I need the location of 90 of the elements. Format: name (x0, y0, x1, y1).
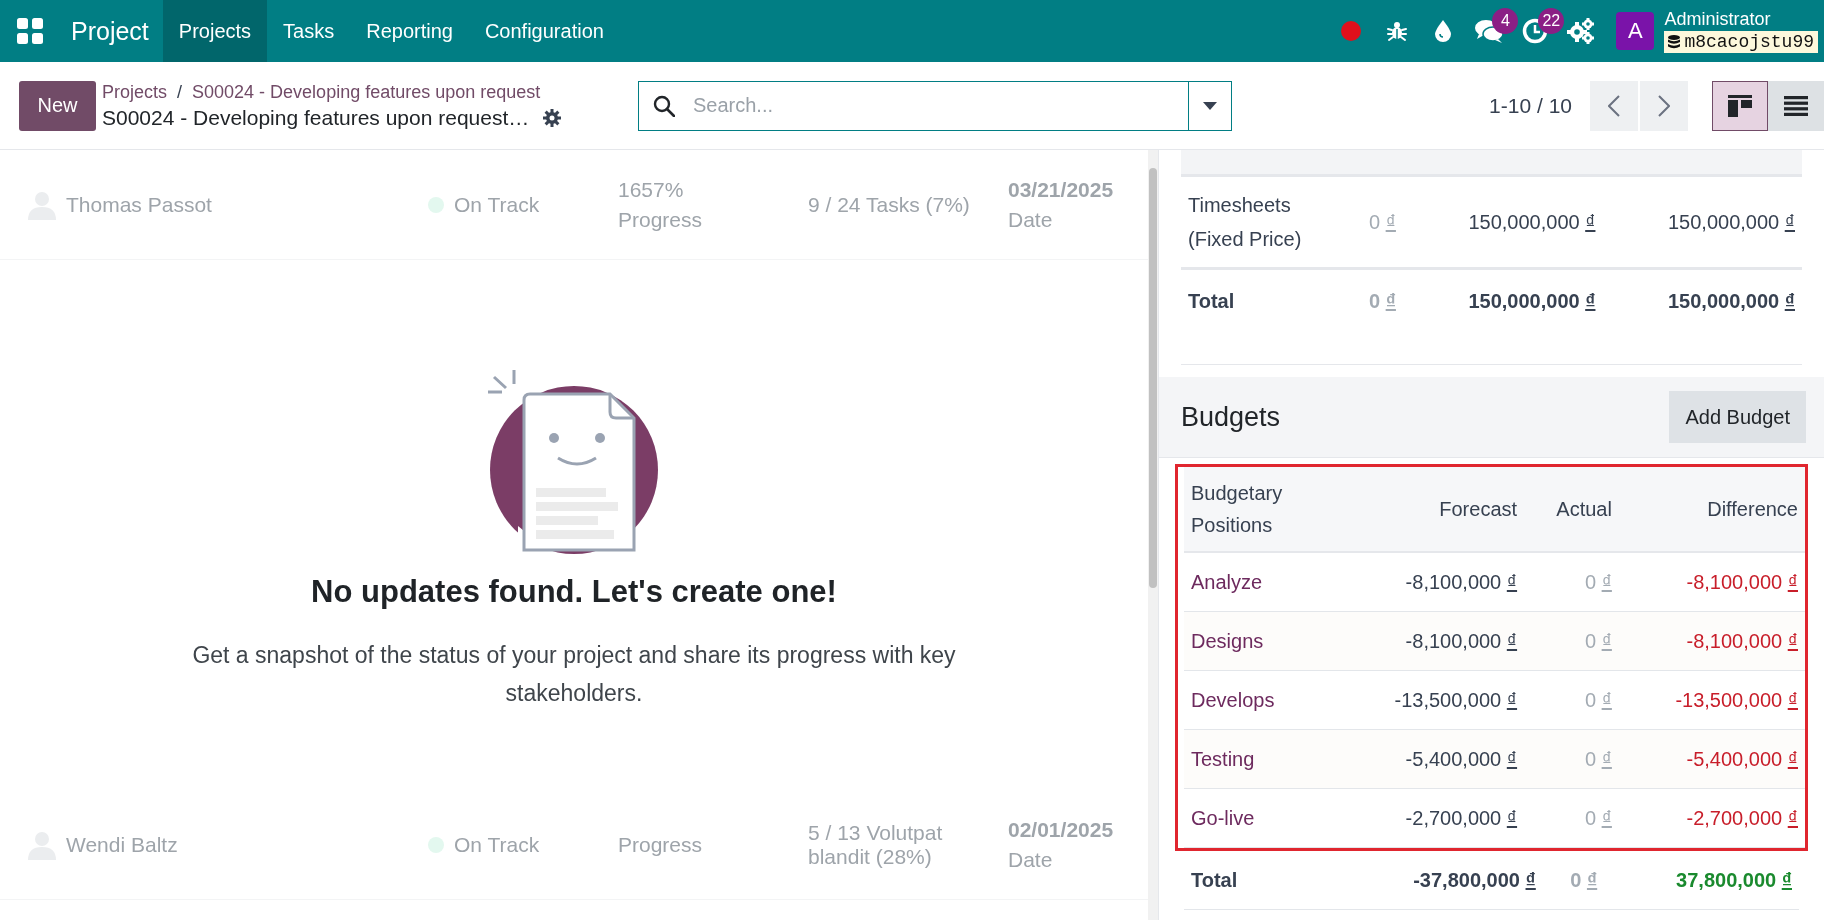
date-label: Date (1008, 847, 1054, 872)
amount-cell: 0 ₫ (1542, 851, 1605, 910)
amount-cell: 150,000,000 ₫ (1602, 268, 1802, 365)
amount-cell: -37,800,000 ₫ (1338, 851, 1543, 910)
assignee-name: Thomas Passot (66, 192, 212, 217)
breadcrumb-link[interactable]: Projects (102, 81, 168, 103)
amount-cell: -13,500,000 ₫ (1338, 670, 1525, 730)
status-dot (428, 836, 444, 853)
menu-item[interactable]: Projects (162, 0, 268, 62)
amount-cell: 37,800,000 ₫ (1604, 851, 1799, 910)
amount-cell: -13,500,000 ₫ (1618, 670, 1805, 730)
amount-cell: 150,000,000 ₫ (1402, 268, 1603, 365)
update-date: 03/21/2025 (1008, 177, 1115, 202)
previous-button[interactable] (1590, 80, 1638, 131)
current-record-title: S00024 - Developing features upon request… (102, 105, 530, 130)
progress-label: Progress (618, 207, 704, 232)
amount-cell: 0 ₫ (1524, 788, 1619, 848)
chevron-left-icon (1608, 94, 1620, 117)
settings-icon[interactable] (543, 108, 562, 127)
task-count: 5 / 13 Volutpat blandit (28%) (808, 820, 944, 869)
menu-item[interactable]: Tasks (267, 0, 351, 62)
budget-position-link[interactable]: Go-live (1184, 788, 1338, 848)
search-icon (653, 94, 675, 117)
column-header: Difference (1618, 467, 1805, 552)
view-switch-button[interactable] (1768, 80, 1824, 131)
task-count: 9 / 24 Tasks (7%) (808, 192, 971, 217)
app-title[interactable]: Project (61, 0, 163, 62)
amount-cell: 150,000,000 ₫ (1602, 177, 1802, 269)
add-budget-button[interactable]: Add Budget (1669, 391, 1806, 443)
apps-grid-icon[interactable] (17, 18, 43, 44)
chevron-right-icon (1658, 94, 1670, 117)
kanban-view-icon (1728, 94, 1752, 117)
notification-badge: 4 (1492, 8, 1519, 34)
gears-icon[interactable] (1567, 18, 1596, 44)
amount-cell: 0 ₫ (1524, 611, 1619, 671)
amount-cell: -8,100,000 ₫ (1338, 611, 1525, 671)
scrollbar[interactable] (1148, 150, 1158, 920)
empty-state-title: No updates found. Let's create one! (311, 574, 837, 610)
search-field[interactable]: Search... (638, 80, 1232, 131)
progress-value: 1657% (618, 177, 685, 202)
breadcrumb-link[interactable]: S00024 - Developing features upon request (192, 81, 541, 103)
status-label: On Track (454, 832, 540, 857)
amount-cell: 0 ₫ (1524, 729, 1619, 789)
database-label: m8cacojstu99 (1664, 31, 1818, 53)
empty-state-description: Get a snapshot of the status of your project and share its progress with key stakeholders. (191, 641, 957, 708)
budget-position-link[interactable]: Analyze (1184, 552, 1338, 612)
amount-cell: -8,100,000 ₫ (1338, 552, 1525, 612)
breadcrumb-separator: / (177, 81, 183, 103)
drop-icon[interactable] (1435, 20, 1452, 42)
amount-cell: 0 ₫ (1524, 552, 1619, 612)
amount-cell: -5,400,000 ₫ (1618, 729, 1805, 789)
next-button[interactable] (1640, 80, 1688, 131)
database-icon (1668, 35, 1681, 49)
status-dot (428, 196, 444, 213)
amount-cell: -8,100,000 ₫ (1618, 611, 1805, 671)
notification-badge: 22 (1538, 8, 1565, 34)
record-dot-icon[interactable] (1341, 21, 1362, 41)
menu-item[interactable]: Configuration (468, 0, 620, 62)
progress-label: Progress (618, 832, 704, 857)
status-label: On Track (454, 192, 540, 217)
amount-cell: -2,700,000 ₫ (1618, 788, 1805, 848)
amount-cell: -8,100,000 ₫ (1618, 552, 1805, 612)
budget-position-link[interactable]: Testing (1184, 729, 1338, 789)
amount-cell: -2,700,000 ₫ (1338, 788, 1525, 848)
amount-cell: 0 ₫ (1345, 177, 1403, 269)
amount-cell: -5,400,000 ₫ (1338, 729, 1525, 789)
date-label: Date (1008, 207, 1054, 232)
budget-position-link[interactable]: Develops (1184, 670, 1338, 730)
amount-cell: 0 ₫ (1524, 670, 1619, 730)
list-view-icon (1784, 95, 1808, 116)
pager-value: 1-10 / 10 (1489, 93, 1572, 118)
total-label: Total (1184, 851, 1338, 910)
amount-cell: 150,000,000 ₫ (1402, 177, 1603, 269)
update-date: 02/01/2025 (1008, 817, 1115, 842)
column-header: Forecast (1338, 467, 1525, 552)
user-name[interactable]: Administrator (1664, 9, 1818, 29)
new-button[interactable]: New (19, 80, 96, 131)
amount-cell: 0 ₫ (1345, 268, 1403, 365)
caret-down-icon[interactable] (1203, 101, 1217, 110)
total-label: Total (1181, 268, 1345, 365)
column-header: Budgetary Positions (1184, 467, 1338, 552)
bug-icon[interactable] (1386, 20, 1409, 42)
section-title: Budgets (1181, 401, 1281, 433)
column-header: Actual (1524, 467, 1619, 552)
view-switch-button[interactable] (1712, 80, 1768, 131)
assignee-name: Wendi Baltz (66, 832, 178, 857)
menu-item[interactable]: Reporting (350, 0, 469, 62)
user-avatar[interactable]: A (1616, 12, 1655, 50)
budget-position-link[interactable]: Designs (1184, 611, 1338, 671)
revenue-label: Timesheets (Fixed Price) (1181, 177, 1345, 269)
